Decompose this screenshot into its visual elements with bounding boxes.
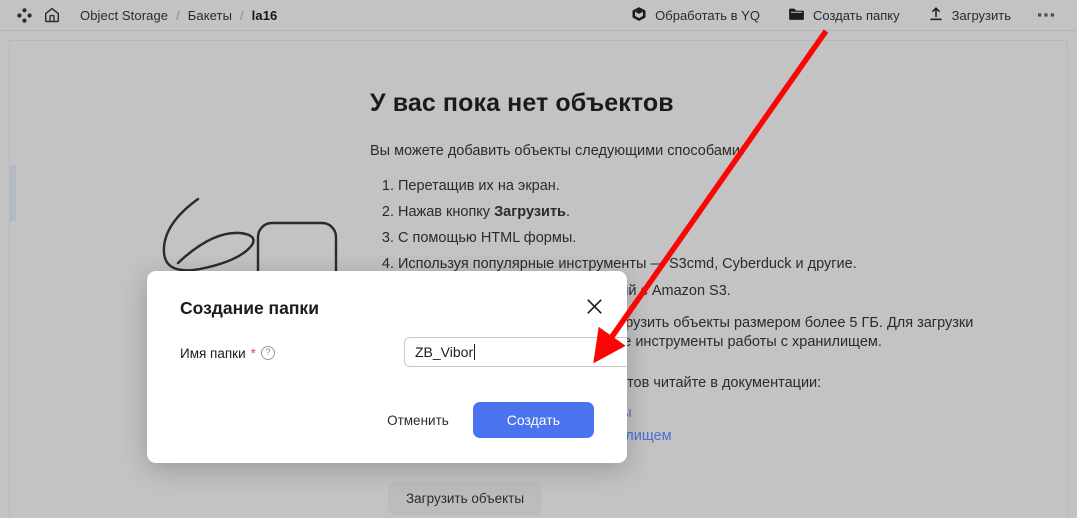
dialog-actions: Отменить Создать: [373, 402, 594, 438]
create-folder-dialog: Создание папки Имя папки * ? ZB_Vibor Отм…: [147, 271, 627, 463]
more-options-icon[interactable]: [1025, 3, 1067, 27]
list-item-emphasis: Загрузить: [494, 204, 566, 221]
breadcrumb-separator: /: [240, 7, 244, 23]
create-button[interactable]: Создать: [472, 402, 594, 438]
breadcrumb-separator: /: [176, 7, 180, 23]
breadcrumb: Object Storage / Бакеты / la16: [80, 8, 277, 23]
list-item-text: Нажав кнопку: [398, 204, 495, 221]
list-item: С помощью HTML формы.: [398, 229, 1010, 247]
breadcrumb-item-object-storage[interactable]: Object Storage: [80, 8, 168, 23]
folder-name-label: Имя папки * ?: [180, 346, 275, 361]
scroll-position-marker[interactable]: [10, 166, 16, 221]
empty-state-subtitle: Вы можете добавить объекты следующими сп…: [370, 143, 744, 159]
home-icon[interactable]: [38, 3, 66, 27]
upload-objects-button[interactable]: Загрузить объекты: [388, 482, 543, 515]
folder-name-label-text: Имя папки: [180, 345, 246, 361]
required-marker: *: [250, 345, 256, 361]
create-folder-button[interactable]: Создать папку: [774, 3, 914, 27]
dialog-title: Создание папки: [180, 298, 319, 318]
create-folder-label: Создать папку: [812, 7, 900, 23]
close-icon[interactable]: [581, 293, 607, 319]
list-item-text: С помощью HTML формы.: [398, 230, 577, 247]
upload-label: Загрузить: [951, 7, 1011, 23]
app-root: Object Storage / Бакеты / la16 Обработат…: [0, 0, 1077, 518]
top-toolbar: Object Storage / Бакеты / la16 Обработат…: [0, 0, 1077, 31]
toolbar-left-group: Object Storage / Бакеты / la16: [0, 3, 277, 27]
cube-icon: [631, 6, 647, 25]
cloud-dots-icon[interactable]: [10, 3, 38, 27]
upload-icon: [928, 6, 944, 25]
toolbar-right-group: Обработать в YQ Создать папку Загрузить: [617, 3, 1077, 27]
list-item: Нажав кнопку Загрузить.: [398, 203, 1010, 221]
list-item: Перетащив их на экран.: [398, 177, 1010, 195]
upload-button[interactable]: Загрузить: [914, 3, 1025, 27]
process-in-yq-label: Обработать в YQ: [655, 7, 760, 23]
folder-name-field-row: Имя папки * ? ZB_Vibor: [180, 337, 627, 369]
folder-name-input-value: ZB_Vibor: [415, 344, 474, 360]
question-mark-icon[interactable]: ?: [260, 346, 275, 360]
list-item-text: Используя популярные инструменты — S3cmd…: [398, 256, 857, 273]
cancel-button[interactable]: Отменить: [373, 404, 463, 437]
process-in-yq-button[interactable]: Обработать в YQ: [617, 3, 774, 27]
list-item-text-suffix: .: [565, 204, 570, 221]
text-caret: [474, 344, 476, 360]
folder-name-input[interactable]: ZB_Vibor: [404, 337, 627, 367]
page-title: У вас пока нет объектов: [370, 89, 674, 117]
folder-icon: [788, 6, 805, 25]
breadcrumb-item-current-bucket[interactable]: la16: [252, 8, 278, 23]
breadcrumb-item-buckets[interactable]: Бакеты: [188, 8, 232, 23]
list-item-text: Перетащив их на экран.: [398, 178, 560, 194]
